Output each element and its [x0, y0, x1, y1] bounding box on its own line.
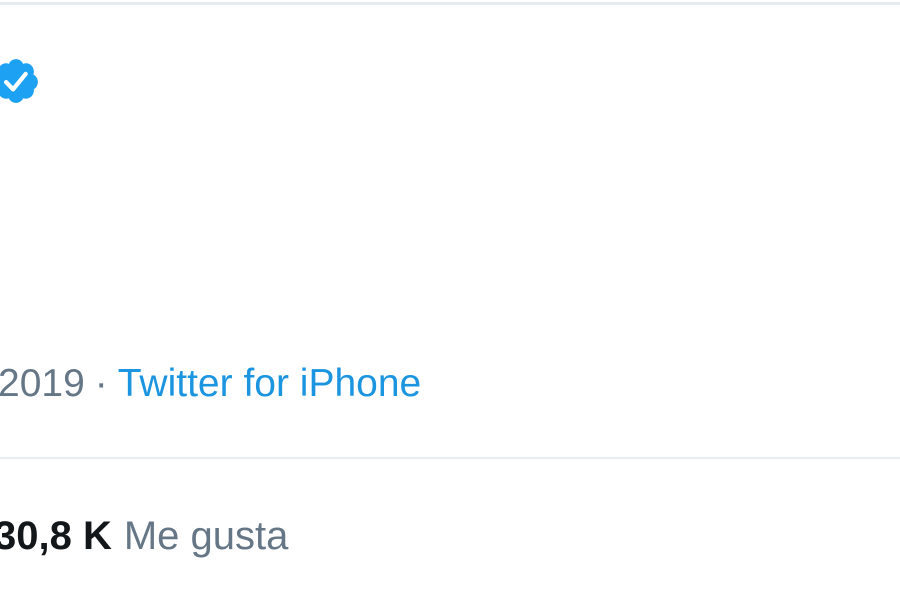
verified-badge-icon	[0, 59, 38, 103]
tweet-date: 2019	[0, 362, 85, 405]
likes-count: 30,8 K	[0, 514, 112, 558]
tweet-meta: 2019 · Twitter for iPhone	[0, 356, 421, 412]
stats-divider	[0, 457, 900, 459]
top-divider	[0, 2, 900, 5]
likes-label: Me gusta	[123, 514, 289, 558]
meta-separator: ·	[94, 362, 108, 405]
tweet-source-link[interactable]: Twitter for iPhone	[118, 362, 421, 405]
likes-stat[interactable]: 30,8 K Me gusta	[0, 508, 288, 564]
tweet-detail-panel: 2019 · Twitter for iPhone 30,8 K Me gusta	[0, 0, 900, 600]
